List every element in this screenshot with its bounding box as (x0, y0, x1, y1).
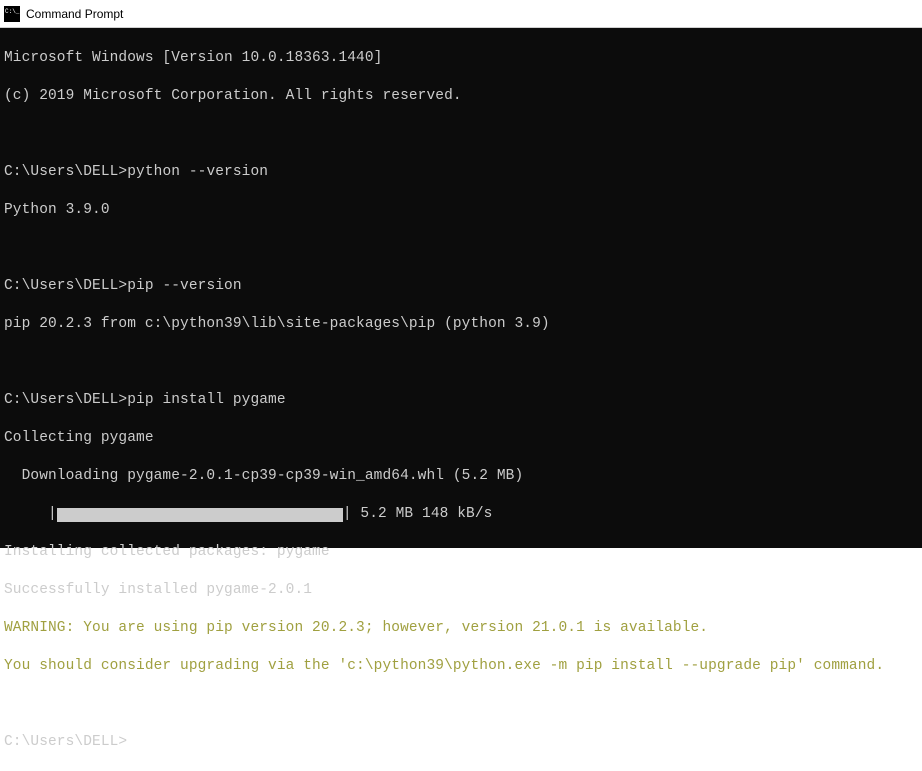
output-line: Python 3.9.0 (4, 201, 918, 220)
command-line: C:\Users\DELL>python --version (4, 163, 918, 182)
output-line: Downloading pygame-2.0.1-cp39-cp39-win_a… (4, 467, 918, 486)
prompt: C:\Users\DELL> (4, 278, 127, 294)
terminal-output[interactable]: Microsoft Windows [Version 10.0.18363.14… (0, 28, 922, 548)
output-line: pip 20.2.3 from c:\python39\lib\site-pac… (4, 315, 918, 334)
progress-bar (57, 508, 343, 522)
cmd-icon (4, 6, 20, 22)
copyright-line: (c) 2019 Microsoft Corporation. All righ… (4, 87, 918, 106)
progress-indent: | (4, 505, 57, 524)
prompt: C:\Users\DELL> (4, 734, 127, 750)
blank-line (4, 695, 918, 714)
prompt-line: C:\Users\DELL> (4, 733, 918, 752)
command-text: python --version (127, 164, 268, 180)
prompt: C:\Users\DELL> (4, 392, 127, 408)
output-line: Successfully installed pygame-2.0.1 (4, 581, 918, 600)
output-line: Collecting pygame (4, 429, 918, 448)
window-title: Command Prompt (26, 7, 123, 21)
command-line: C:\Users\DELL>pip install pygame (4, 391, 918, 410)
window-titlebar[interactable]: Command Prompt (0, 0, 922, 28)
progress-line: | | 5.2 MB 148 kB/s (4, 505, 918, 524)
warning-line: You should consider upgrading via the 'c… (4, 657, 918, 676)
prompt: C:\Users\DELL> (4, 164, 127, 180)
command-text: pip install pygame (127, 392, 285, 408)
blank-line (4, 125, 918, 144)
blank-line (4, 353, 918, 372)
os-version-line: Microsoft Windows [Version 10.0.18363.14… (4, 49, 918, 68)
output-line: Installing collected packages: pygame (4, 543, 918, 562)
progress-suffix: | 5.2 MB 148 kB/s (343, 505, 493, 524)
blank-line (4, 239, 918, 258)
command-line: C:\Users\DELL>pip --version (4, 277, 918, 296)
command-text: pip --version (127, 278, 241, 294)
warning-line: WARNING: You are using pip version 20.2.… (4, 619, 918, 638)
cursor (127, 735, 135, 750)
